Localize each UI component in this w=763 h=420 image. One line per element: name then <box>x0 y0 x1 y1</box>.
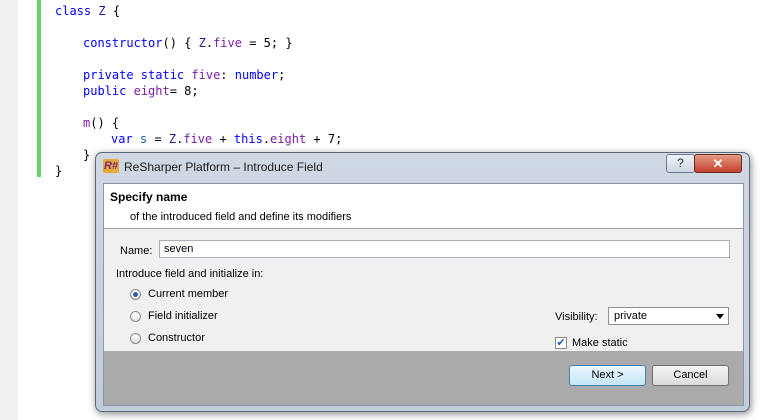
close-button[interactable]: ✕ <box>694 154 742 173</box>
code-line-method: m() { <box>83 116 120 130</box>
radio-label: Current member <box>148 288 229 300</box>
code-line-constructor: constructor() { Z.five = 5; } <box>83 36 293 50</box>
name-label: Name: <box>120 245 153 257</box>
code-line-five: private static five: number; <box>83 68 286 82</box>
visibility-select[interactable]: private <box>608 307 729 325</box>
header-subtitle: of the introduced field and define its m… <box>130 211 352 223</box>
editor-gutter <box>0 0 18 420</box>
radio-selected-icon <box>130 289 141 300</box>
make-static-checkbox[interactable]: ✔ <box>555 337 567 349</box>
code-line-close-method: } <box>83 148 91 162</box>
dialog-title: ReSharper Platform – Introduce Field <box>124 160 323 174</box>
code-line-eight: public eight= 8; <box>83 84 199 98</box>
code-line-class: class Z { <box>55 4 121 18</box>
name-input[interactable] <box>159 240 730 258</box>
wizard-header: Specify name of the introduced field and… <box>104 184 743 229</box>
visibility-label: Visibility: <box>555 311 598 323</box>
chevron-down-icon <box>716 314 724 319</box>
radio-label: Field initializer <box>148 310 218 322</box>
next-button[interactable]: Next > <box>569 365 646 386</box>
code-line-close-class: } <box>55 164 63 178</box>
make-static-label: Make static <box>572 337 628 349</box>
radio-label: Constructor <box>148 332 205 344</box>
help-button[interactable]: ? <box>666 154 695 173</box>
dialog-client: Specify name of the introduced field and… <box>103 183 744 406</box>
radio-unselected-icon <box>130 311 141 322</box>
visibility-value: private <box>614 310 648 322</box>
code-line-var: var s = Z.five + this.eight + 7; <box>111 132 343 146</box>
change-marker-bar <box>37 0 41 177</box>
resharper-logo-icon: R# <box>103 159 119 173</box>
dialog-titlebar[interactable]: R# ReSharper Platform – Introduce Field … <box>96 153 749 179</box>
introduce-label: Introduce field and initialize in: <box>116 268 264 280</box>
introduce-field-dialog: R# ReSharper Platform – Introduce Field … <box>95 152 750 412</box>
radio-unselected-icon <box>130 333 141 344</box>
dialog-footer: Next > Cancel <box>104 351 743 405</box>
cancel-button[interactable]: Cancel <box>652 365 729 386</box>
header-title: Specify name <box>110 190 188 204</box>
